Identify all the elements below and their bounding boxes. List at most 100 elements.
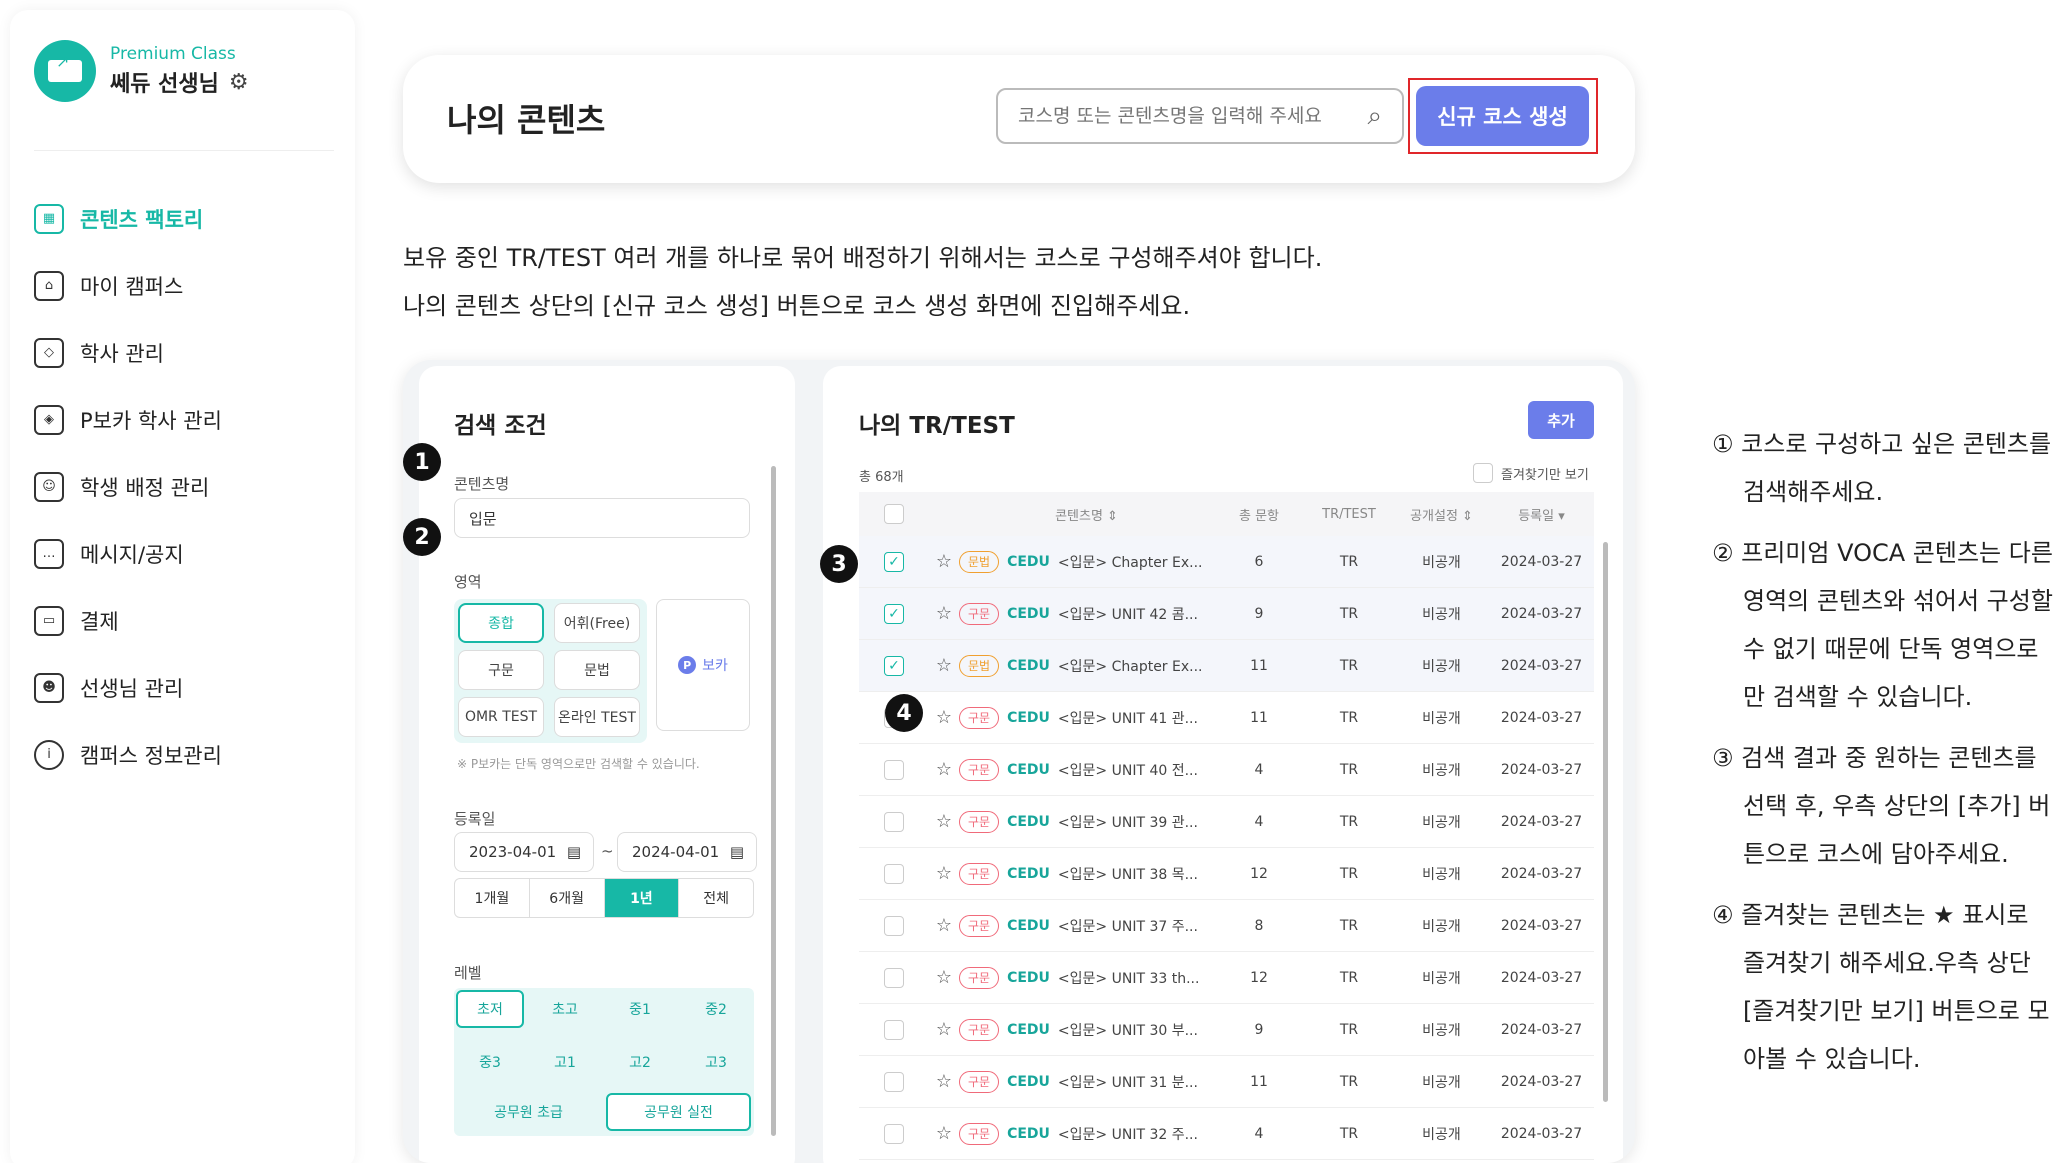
content-name[interactable]: <입문> UNIT 31 분... [1058, 1072, 1198, 1092]
star-icon[interactable]: ☆ [929, 1019, 959, 1040]
content-name[interactable]: <입문> UNIT 41 관... [1058, 708, 1198, 728]
row-checkbox[interactable] [884, 1071, 904, 1092]
search-input[interactable] [1018, 105, 1348, 127]
sidebar-item-message[interactable]: … 메시지/공지 [34, 520, 222, 587]
star-icon[interactable]: ☆ [929, 551, 959, 572]
teacher-name: 쎄듀 선생님 [110, 72, 219, 97]
table-row[interactable]: ☆ 구문 CEDU <입문> UNIT 30 부... 9 TR 비공개 2024-03-27 [859, 1004, 1594, 1056]
period-1y[interactable]: 1년 [604, 879, 680, 917]
star-icon[interactable]: ☆ [929, 915, 959, 936]
content-name[interactable]: <입문> UNIT 38 목... [1058, 864, 1198, 884]
star-icon[interactable]: ☆ [929, 863, 959, 884]
header-date[interactable]: 등록일 ▾ [1489, 505, 1594, 524]
content-name[interactable]: <입문> Chapter Ex... [1058, 656, 1203, 676]
area-chip-omr[interactable]: OMR TEST [458, 697, 544, 737]
level-chip[interactable]: 고1 [531, 1043, 599, 1081]
row-select-cell: ✓ [859, 603, 929, 624]
content-name-input[interactable]: 입문 [454, 498, 750, 538]
row-checkbox[interactable]: ✓ [884, 655, 904, 676]
content-name[interactable]: <입문> UNIT 32 주... [1058, 1124, 1198, 1144]
area-chip-voca[interactable]: P 보카 [656, 599, 750, 731]
date-to-input[interactable]: 2024-04-01 ▤ [617, 832, 757, 872]
row-select-cell [859, 1019, 929, 1040]
table-row[interactable]: ✓ ☆ 문법 CEDU <입문> Chapter Ex... 6 TR 비공개 2024-03-… [859, 536, 1594, 588]
new-course-button[interactable]: 신규 코스 생성 [1416, 86, 1589, 146]
table-row[interactable]: ☆ 구문 CEDU <입문> UNIT 40 전... 4 TR 비공개 2024-03-27 [859, 744, 1594, 796]
search-icon[interactable]: ⌕ [1367, 101, 1382, 132]
row-checkbox[interactable] [884, 759, 904, 780]
star-icon[interactable]: ☆ [929, 707, 959, 728]
period-6m[interactable]: 6개월 [530, 879, 605, 917]
content-name[interactable]: <입문> UNIT 42 콤... [1058, 604, 1198, 624]
sidebar-item-campus-info[interactable]: i 캠퍼스 정보관리 [34, 721, 222, 788]
area-tag: 구문 [959, 1122, 1000, 1145]
content-name[interactable]: <입문> UNIT 30 부... [1058, 1020, 1198, 1040]
gear-icon[interactable]: ⚙ [229, 70, 249, 95]
level-chip[interactable]: 중1 [606, 990, 674, 1028]
level-chip[interactable]: 공무원 실전 [606, 1093, 751, 1131]
level-chip[interactable]: 초고 [531, 990, 599, 1028]
star-icon[interactable]: ☆ [929, 759, 959, 780]
sidebar-item-academic[interactable]: ◇ 학사 관리 [34, 319, 222, 386]
row-checkbox[interactable]: ✓ [884, 551, 904, 572]
table-row[interactable]: ☆ 구문 CEDU <입문> UNIT 39 관... 4 TR 비공개 2024-03-27 [859, 796, 1594, 848]
sidebar-item-student-assign[interactable]: ☺ 학생 배정 관리 [34, 453, 222, 520]
row-checkbox[interactable] [884, 1019, 904, 1040]
content-name[interactable]: <입문> UNIT 37 주... [1058, 916, 1198, 936]
level-chip[interactable]: 중2 [682, 990, 750, 1028]
level-chip[interactable]: 고2 [606, 1043, 674, 1081]
star-icon[interactable]: ☆ [929, 967, 959, 988]
period-1m[interactable]: 1개월 [455, 879, 530, 917]
date-from-input[interactable]: 2023-04-01 ▤ [454, 832, 594, 872]
level-chip[interactable]: 고3 [682, 1043, 750, 1081]
add-button[interactable]: 추가 [1528, 401, 1594, 439]
table-row[interactable]: ✓ ☆ 문법 CEDU <입문> Chapter Ex... 11 TR 비공개 2024-03… [859, 640, 1594, 692]
sidebar-item-content-factory[interactable]: ▦ 콘텐츠 팩토리 [34, 185, 222, 252]
list-scrollbar[interactable] [1603, 542, 1608, 1102]
row-checkbox[interactable] [884, 811, 904, 832]
level-chip[interactable]: 중3 [456, 1043, 524, 1081]
header-name[interactable]: 콘텐츠명 ⇕ [959, 505, 1214, 524]
level-chip[interactable]: 초저 [456, 990, 524, 1028]
row-checkbox[interactable] [884, 967, 904, 988]
sidebar-item-payment[interactable]: ▭ 결제 [34, 587, 222, 654]
table-row[interactable]: ☆ 구문 CEDU <입문> UNIT 38 목... 12 TR 비공개 2024-03-2… [859, 848, 1594, 900]
table-row[interactable]: ☆ 구문 CEDU <입문> UNIT 37 주... 8 TR 비공개 2024-03-27 [859, 900, 1594, 952]
period-all[interactable]: 전체 [679, 879, 753, 917]
row-checkbox[interactable] [884, 1123, 904, 1144]
star-icon[interactable]: ☆ [929, 655, 959, 676]
star-icon[interactable]: ☆ [929, 811, 959, 832]
content-name[interactable]: <입문> UNIT 39 관... [1058, 812, 1198, 832]
content-factory-icon: ▦ [34, 203, 64, 234]
sidebar-item-my-campus[interactable]: ⌂ 마이 캠퍼스 [34, 252, 222, 319]
star-icon[interactable]: ☆ [929, 1071, 959, 1092]
table-row[interactable]: ☆ 구문 CEDU <입문> UNIT 33 th... 12 TR 비공개 2024-03-… [859, 952, 1594, 1004]
favorites-only-toggle[interactable]: 즐겨찾기만 보기 [1473, 463, 1589, 483]
area-chip-online[interactable]: 온라인 TEST [554, 697, 640, 737]
select-all-checkbox[interactable] [884, 504, 904, 524]
calendar-icon: ▤ [566, 843, 581, 861]
content-name[interactable]: <입문> UNIT 40 전... [1058, 760, 1198, 780]
area-chip-phrase[interactable]: 구문 [458, 650, 544, 690]
table-row[interactable]: ☆ 구문 CEDU <입문> UNIT 32 주... 4 TR 비공개 2024-03-27 [859, 1108, 1594, 1160]
area-chip-grammar[interactable]: 문법 [554, 650, 640, 690]
table-row[interactable]: ✓ ☆ 구문 CEDU <입문> UNIT 42 콤... 9 TR 비공개 2024-03-2… [859, 588, 1594, 640]
level-chip[interactable]: 공무원 초급 [456, 1093, 601, 1131]
filter-scrollbar[interactable] [771, 466, 776, 1136]
area-tag: 구문 [959, 706, 1000, 729]
favorites-only-checkbox[interactable] [1473, 463, 1493, 483]
area-chip-general[interactable]: 종합 [458, 603, 544, 643]
table-row[interactable]: ☆ 구문 CEDU <입문> UNIT 31 분... 11 TR 비공개 2024-03-2… [859, 1056, 1594, 1108]
header-visibility[interactable]: 공개설정 ⇕ [1394, 505, 1489, 524]
star-icon[interactable]: ☆ [929, 1123, 959, 1144]
content-name[interactable]: <입문> Chapter Ex... [1058, 552, 1203, 572]
table-row[interactable]: ☆ 구문 CEDU <입문> UNIT 41 관... 11 TR 비공개 2024-03-2… [859, 692, 1594, 744]
sidebar-item-pvoca-academic[interactable]: ◈ P보카 학사 관리 [34, 386, 222, 453]
sidebar-item-teacher[interactable]: ☻ 선생님 관리 [34, 654, 222, 721]
row-checkbox[interactable]: ✓ [884, 603, 904, 624]
row-checkbox[interactable] [884, 863, 904, 884]
star-icon[interactable]: ☆ [929, 603, 959, 624]
row-checkbox[interactable] [884, 915, 904, 936]
content-name[interactable]: <입문> UNIT 33 th... [1058, 968, 1200, 988]
area-chip-vocab[interactable]: 어휘(Free) [554, 603, 640, 643]
